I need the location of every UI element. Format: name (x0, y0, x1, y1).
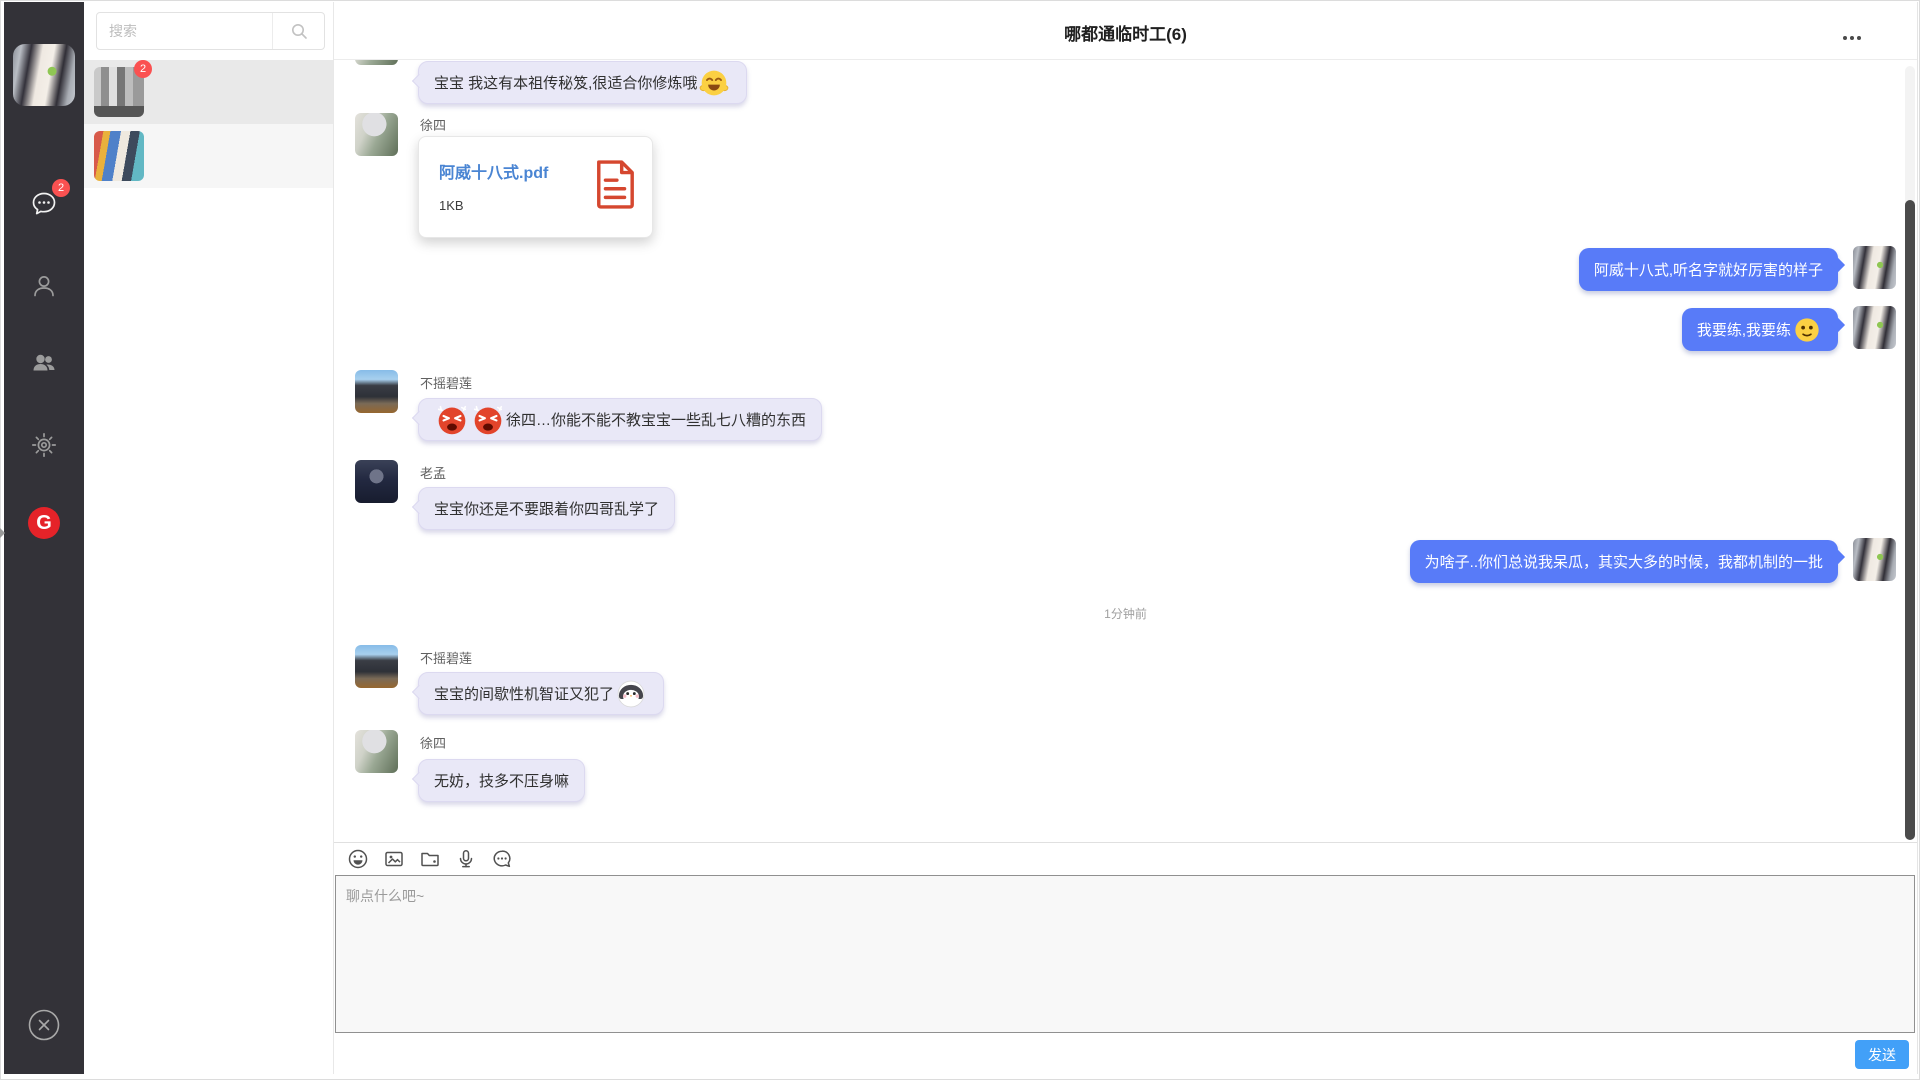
message-bubble: 阿威十八式,听名字就好厉害的样子 (1579, 248, 1838, 291)
user-avatar[interactable] (1853, 306, 1896, 349)
folder-icon[interactable] (418, 847, 442, 871)
more-ellipsis-icon[interactable] (1839, 32, 1865, 44)
search-box (96, 12, 325, 50)
file-size: 1KB (439, 198, 464, 213)
composer-toolbar (346, 843, 514, 875)
conversation-panel: 哪都通临时工(6) 宝宝 我这有本祖传秘笈,很适合你修炼哦 徐四阿威十八式.pd… (334, 2, 1918, 1074)
laomeng-avatar[interactable] (355, 460, 398, 503)
user-avatar[interactable] (1853, 538, 1896, 581)
user-avatar[interactable] (1853, 246, 1896, 289)
mic-icon[interactable] (454, 847, 478, 871)
message-bubble: 为啥子..你们总说我呆瓜，其实大多的时候，我都机制的一批 (1410, 540, 1838, 583)
app-logo[interactable]: G (28, 507, 60, 539)
conversation-header: 哪都通临时工(6) (334, 2, 1917, 60)
laughing-face-emoji (699, 68, 729, 98)
sender-name: 不摇碧莲 (420, 651, 472, 666)
sender-name: 徐四 (420, 736, 446, 751)
send-button[interactable]: 发送 (1855, 1040, 1909, 1069)
page-title: 哪都通临时工(6) (334, 20, 1917, 45)
xusi-avatar[interactable] (355, 113, 398, 156)
scrollbar-thumb[interactable] (1905, 200, 1915, 840)
search-icon[interactable] (272, 13, 324, 49)
group-icon[interactable] (26, 345, 62, 381)
rage-face-emoji (436, 404, 468, 436)
contacts-icon[interactable] (26, 268, 62, 304)
pdf-file-icon (594, 159, 636, 209)
unread-badge: 2 (52, 179, 70, 197)
message-text: 阿威十八式,听名字就好厉害的样子 (1594, 259, 1823, 280)
sms-icon[interactable] (490, 847, 514, 871)
message-input[interactable] (335, 875, 1915, 1033)
message-text: 徐四…你能不能不教宝宝一些乱七八糟的东西 (506, 409, 806, 430)
chat-list-panel: 2 (84, 2, 334, 1074)
message-bubble: 宝宝你还是不要跟着你四哥乱学了 (418, 487, 675, 530)
app-sidebar: 2 G (4, 2, 84, 1074)
sender-name: 老孟 (420, 466, 446, 481)
message-bubble: 宝宝 我这有本祖传秘笈,很适合你修炼哦 (418, 61, 747, 104)
message-text: 无妨，技多不压身嘛 (434, 770, 569, 791)
bilian-avatar[interactable] (355, 645, 398, 688)
message-text: 宝宝你还是不要跟着你四哥乱学了 (434, 498, 659, 519)
sender-name: 徐四 (420, 118, 446, 133)
message-bubble: 我要练,我要练 (1682, 308, 1838, 351)
sender-name: 不摇碧莲 (420, 376, 472, 391)
message-text: 为啥子..你们总说我呆瓜，其实大多的时候，我都机制的一批 (1425, 551, 1823, 572)
message-text: 我要练,我要练 (1697, 319, 1791, 340)
collapse-arrow-icon[interactable] (0, 528, 5, 538)
composer: 发送 (334, 842, 1917, 1074)
message-bubble: 徐四…你能不能不教宝宝一些乱七八糟的东西 (418, 398, 822, 441)
xusi-avatar[interactable] (355, 730, 398, 773)
image-icon[interactable] (382, 847, 406, 871)
chat-list-item[interactable] (84, 124, 333, 188)
nadutong-group-avatar: 2 (94, 67, 144, 117)
message-list: 宝宝 我这有本祖传秘笈,很适合你修炼哦 徐四阿威十八式.pdf1KB阿威十八式,… (334, 60, 1917, 842)
message-bubble: 宝宝的间歇性机智证又犯了 (418, 672, 664, 715)
ganfan-group-avatar (94, 131, 144, 181)
silly-face-emoji (1793, 316, 1821, 344)
file-message-card[interactable]: 阿威十八式.pdf 1KB (418, 136, 653, 238)
search-input[interactable] (97, 13, 272, 49)
chat-list-item[interactable]: 2 (84, 60, 333, 124)
xusi-avatar[interactable] (355, 60, 398, 65)
message-text: 宝宝 我这有本祖传秘笈,很适合你修炼哦 (434, 72, 697, 93)
file-name[interactable]: 阿威十八式.pdf (439, 159, 548, 183)
rage-face-emoji (472, 404, 504, 436)
emoji-icon[interactable] (346, 847, 370, 871)
settings-gear-icon[interactable] (26, 427, 62, 463)
chat-bubble-icon[interactable]: 2 (26, 186, 62, 222)
close-circle-icon[interactable] (27, 1008, 61, 1042)
penguin-sticker-emoji (616, 679, 646, 709)
avatar[interactable] (13, 44, 75, 106)
unread-badge: 2 (134, 60, 152, 78)
timestamp: 1分钟前 (334, 605, 1917, 622)
message-bubble: 无妨，技多不压身嘛 (418, 759, 585, 802)
message-text: 宝宝的间歇性机智证又犯了 (434, 683, 614, 704)
bilian-avatar[interactable] (355, 370, 398, 413)
